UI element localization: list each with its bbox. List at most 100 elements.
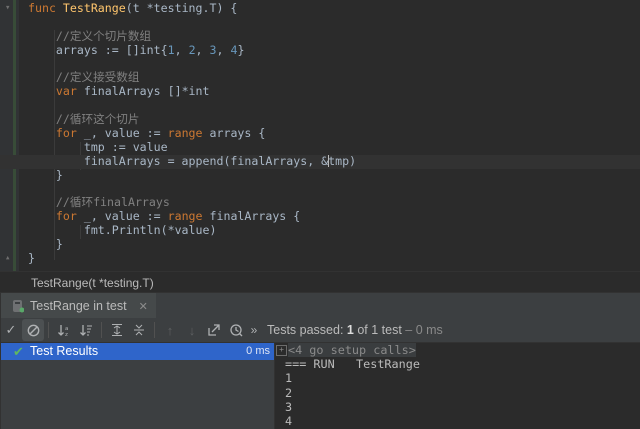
code-token: , <box>174 42 189 57</box>
run-tab-label: TestRange in test <box>30 299 127 313</box>
code-token: (t *testing.T) { <box>125 1 238 15</box>
window-edge <box>0 292 1 429</box>
console-line: 2 <box>285 385 293 400</box>
code-token: func <box>28 1 63 15</box>
setup-calls-fold[interactable]: + <4 go setup calls> <box>275 343 640 357</box>
code-token: TestRange <box>62 1 126 15</box>
code-line[interactable]: //定义个切片数组 <box>28 28 640 44</box>
breadcrumb-item[interactable]: TestRange(t *testing.T) <box>31 276 154 290</box>
code-token: range <box>167 209 210 224</box>
code-line[interactable] <box>28 58 640 72</box>
export-icon[interactable] <box>203 319 225 341</box>
breadcrumb[interactable]: TestRange(t *testing.T) <box>0 271 640 293</box>
console-output[interactable]: + <4 go setup calls> === RUN TestRange 1 2 3… <box>275 343 640 429</box>
code-token: finalArrays = append(finalArrays, & <box>28 153 329 168</box>
fold-icon[interactable]: ▴ <box>5 254 13 263</box>
code-token: //循环这个切片 <box>28 112 140 127</box>
code-token: //循环finalArrays <box>28 195 170 210</box>
code-token: } <box>28 251 35 266</box>
code-token: _, value := <box>83 209 168 224</box>
console-line: 4 <box>285 413 293 428</box>
history-icon[interactable] <box>225 319 247 341</box>
code-line[interactable]: func TestRange(t *testing.T) { <box>28 1 640 16</box>
test-results-time: 0 ms <box>246 345 270 357</box>
code-token: , <box>216 42 231 57</box>
test-results-row[interactable]: ✔ Test Results 0 ms <box>0 343 274 360</box>
code-token: //定义接受数组 <box>28 70 140 85</box>
more-icon[interactable]: » <box>247 319 261 341</box>
code-editor[interactable]: ▾ ▴ func TestRange(t *testing.T) { //定义个… <box>0 0 640 271</box>
run-tab[interactable]: TestRange in test ✕ <box>0 293 156 319</box>
code-token: } <box>237 42 245 57</box>
code-line[interactable] <box>28 99 640 113</box>
change-marker <box>13 0 16 271</box>
sort-duration-icon[interactable] <box>75 319 97 341</box>
status-prefix: Tests passed: <box>267 323 347 337</box>
code-token: //定义个切片数组 <box>28 28 152 43</box>
editor-gutter[interactable]: ▾ ▴ <box>0 0 19 271</box>
code-line[interactable]: //循环这个切片 <box>28 112 640 127</box>
expand-all-icon[interactable] <box>106 319 128 341</box>
toolbar-separator <box>154 322 155 338</box>
previous-icon[interactable]: ↑ <box>159 319 181 341</box>
code-line[interactable]: var finalArrays []*int <box>28 84 640 99</box>
code-token: for <box>28 209 84 224</box>
fold-icon[interactable]: ▾ <box>5 4 13 13</box>
code-line[interactable]: fmt.Println(*value) <box>28 223 640 238</box>
code-line[interactable]: finalArrays = append(finalArrays, &tmp) <box>0 153 640 169</box>
code-line[interactable]: } <box>28 167 640 183</box>
check-icon[interactable]: ✓ <box>0 319 22 341</box>
code-token: } <box>28 167 63 182</box>
next-icon[interactable]: ↓ <box>181 319 203 341</box>
run-tab-bar: TestRange in test ✕ <box>0 292 640 319</box>
run-toolbar: ✓ az ↑ ↓ » Tests passed: 1 of 1 test – 0… <box>0 318 640 343</box>
code-line[interactable]: for _, value := range finalArrays { <box>28 209 640 224</box>
pass-check-icon: ✔ <box>13 344 24 359</box>
status-duration: – 0 ms <box>401 323 443 337</box>
test-results-label: Test Results <box>30 344 99 358</box>
code-token: 2 <box>188 42 196 57</box>
code-token: 1 <box>167 42 175 57</box>
code-content[interactable]: func TestRange(t *testing.T) { //定义个切片数组… <box>0 1 640 266</box>
code-token: var <box>28 84 84 99</box>
code-token: arrays := []int{ <box>28 42 168 57</box>
code-token: finalArrays { <box>209 209 301 224</box>
svg-text:z: z <box>65 332 68 337</box>
console-line: 1 <box>285 371 293 386</box>
test-status: Tests passed: 1 of 1 test – 0 ms <box>267 323 443 337</box>
setup-calls-label: <4 go setup calls> <box>288 343 416 357</box>
passed-count: 1 <box>346 323 354 337</box>
toolbar-separator <box>101 322 102 338</box>
test-results-tree[interactable]: ✔ Test Results 0 ms <box>0 343 275 429</box>
code-line[interactable]: for _, value := range arrays { <box>28 126 640 141</box>
code-line[interactable]: tmp := value <box>28 139 640 155</box>
code-line[interactable]: //循环finalArrays <box>28 196 640 210</box>
code-line[interactable]: } <box>28 251 640 266</box>
code-token: range <box>167 126 210 141</box>
console-line: 3 <box>285 399 293 414</box>
close-icon[interactable]: ✕ <box>139 300 148 313</box>
status-total: of 1 test <box>353 323 402 337</box>
code-line[interactable] <box>28 16 640 30</box>
code-line[interactable] <box>28 183 640 197</box>
code-token: _, value := <box>83 126 168 141</box>
code-token: tmp) <box>328 153 357 168</box>
toolbar-separator <box>48 322 49 338</box>
console-line: === RUN TestRange <box>285 357 420 372</box>
code-token: for <box>28 126 84 141</box>
code-line[interactable]: arrays := []int{1, 2, 3, 4} <box>28 42 640 58</box>
stop-icon[interactable] <box>22 319 44 341</box>
code-token: tmp := value <box>28 139 168 154</box>
code-token: , <box>195 42 210 57</box>
code-token: fmt.Println(*value) <box>28 223 217 238</box>
code-token: finalArrays []*int <box>83 84 210 99</box>
expand-setup-icon[interactable]: + <box>276 345 287 356</box>
code-line[interactable]: } <box>28 237 640 252</box>
code-token: 3 <box>209 42 217 57</box>
sort-alpha-icon[interactable]: az <box>53 319 75 341</box>
run-config-icon <box>13 300 24 313</box>
code-token: arrays { <box>209 126 266 141</box>
code-token: } <box>28 237 63 252</box>
code-line[interactable]: //定义接受数组 <box>28 71 640 85</box>
collapse-all-icon[interactable] <box>128 319 150 341</box>
